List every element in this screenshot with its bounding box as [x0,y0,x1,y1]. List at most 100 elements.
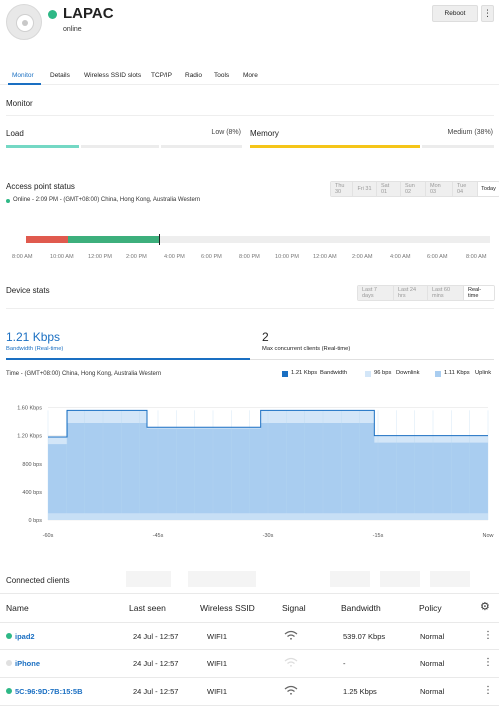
ap-status-title: Access point status [6,182,75,191]
day-option-today[interactable]: Today [478,182,499,196]
client-last-seen: 24 Jul - 12:57 [133,687,179,696]
wifi-signal-icon [284,657,298,667]
client-ssid: WIFI1 [207,632,227,641]
placeholder-block [380,571,420,587]
current-time-marker [159,234,160,245]
load-bar-segment [81,145,159,148]
client-last-seen: 24 Jul - 12:57 [133,659,179,668]
time-tick: 4:00 PM [164,254,185,260]
column-header-name[interactable]: Name [6,603,29,613]
client-name[interactable]: 5C:96:9D:7B:15:5B [15,687,83,696]
offline-segment [26,236,68,243]
reboot-button[interactable]: Reboot [432,5,478,22]
more-options-button[interactable]: ⋮ [481,5,494,22]
range-option[interactable]: Last 7 days [358,286,394,300]
time-tick: 8:00 AM [12,254,33,260]
legend-swatch-uplink [435,371,441,377]
placeholder-block [188,571,256,587]
ap-status-line: Online - 2:09 PM - (GMT+08:00) China, Ho… [13,197,201,203]
column-header-policy[interactable]: Policy [419,603,442,613]
tab-tools[interactable]: Tools [214,72,229,79]
client-name[interactable]: ipad2 [15,632,35,641]
section-divider [6,115,494,116]
tab-details[interactable]: Details [50,72,70,79]
chart-x-tick-label: -45s [153,533,164,539]
range-selector: Last 7 days Last 24 hrs Last 60 mins Rea… [357,285,495,301]
time-tick: 8:00 PM [239,254,260,260]
tab-monitor[interactable]: Monitor [12,72,34,79]
table-row[interactable]: 5C:96:9D:7B:15:5B 24 Jul - 12:57 WIFI1 1… [0,678,499,705]
client-offline-dot [6,660,12,666]
online-status-dot [48,10,57,19]
column-header-signal[interactable]: Signal [282,603,306,613]
client-bandwidth: - [343,659,346,668]
time-tick: 2:00 AM [352,254,373,260]
column-header-last-seen[interactable]: Last seen [129,603,166,613]
column-header-bandwidth[interactable]: Bandwidth [341,603,381,613]
chart-y-tick-label: 1.60 Kbps [17,406,42,412]
stats-divider [250,359,494,360]
tab-tcpip[interactable]: TCP/IP [151,72,172,79]
load-bar-segment [161,145,242,148]
bandwidth-label[interactable]: Bandwidth (Real-time) [6,346,63,352]
day-option[interactable]: Sat 01 [377,182,401,196]
load-bar-fill [6,145,79,148]
range-option[interactable]: Last 24 hrs [394,286,428,300]
time-tick: 8:00 AM [466,254,487,260]
day-option[interactable]: Fri 31 [353,182,377,196]
row-menu-icon[interactable]: ⋮ [483,685,493,696]
memory-label: Memory [250,129,279,138]
legend-downlink-value: 96 bps [374,370,392,376]
legend-uplink-value: 1.11 Kbps [444,370,470,376]
max-clients-label[interactable]: Max concurrent clients (Real-time) [262,346,350,352]
tab-more[interactable]: More [243,72,258,79]
day-option[interactable]: Tue 04 [453,182,478,196]
device-status-text: online [63,26,82,33]
wifi-signal-icon [284,685,298,695]
legend-uplink-name: Uplink [475,370,492,376]
client-online-dot [6,633,12,639]
chart-timezone: Time - (GMT+08:00) China, Hong Kong, Aus… [6,371,162,377]
day-option[interactable]: Sun 02 [401,182,426,196]
day-option[interactable]: Mon 03 [426,182,453,196]
chart-x-tick-label: -60s [43,533,54,539]
column-settings-gear-icon[interactable]: ⚙ [480,600,490,613]
bandwidth-value[interactable]: 1.21 Kbps [6,330,60,344]
time-tick: 2:00 PM [126,254,147,260]
legend-swatch-bandwidth [282,371,288,377]
time-tick: 12:00 PM [88,254,112,260]
online-dot [6,199,10,203]
tab-radio[interactable]: Radio [185,72,202,79]
row-menu-icon[interactable]: ⋮ [483,630,493,641]
status-timeline [26,234,490,245]
client-policy: Normal [420,687,445,696]
load-label: Load [6,129,24,138]
column-header-ssid[interactable]: Wireless SSID [200,603,255,613]
range-option-realtime[interactable]: Real-time [464,286,494,300]
time-tick: 4:00 AM [390,254,411,260]
table-row[interactable]: ipad2 24 Jul - 12:57 WIFI1 539.07 Kbps N… [0,623,499,649]
client-ssid: WIFI1 [207,659,227,668]
tab-wireless-ssid-slots[interactable]: Wireless SSID slots [84,72,141,79]
online-segment [68,236,159,243]
monitor-section-title: Monitor [6,99,33,108]
table-row[interactable]: iPhone 24 Jul - 12:57 WIFI1 - Normal ⋮ [0,650,499,677]
max-clients-value[interactable]: 2 [262,330,269,344]
row-menu-icon[interactable]: ⋮ [483,657,493,668]
client-bandwidth: 1.25 Kbps [343,687,377,696]
legend-swatch-downlink [365,371,371,377]
memory-bar-segment [422,145,494,148]
section-divider [6,308,494,309]
device-avatar [6,4,42,40]
placeholder-block [126,571,171,587]
bandwidth-chart: 0 bps 400 bps 800 bps 1.20 Kbps 1.60 Kbps -60… [17,406,493,539]
table-divider [0,705,499,706]
chart-x-tick-label: -15s [373,533,384,539]
client-bandwidth: 539.07 Kbps [343,632,386,641]
day-option[interactable]: Thu 30 [331,182,353,196]
day-selector: Thu 30 Fri 31 Sat 01 Sun 02 Mon 03 Tue 0… [330,181,499,197]
range-option[interactable]: Last 60 mins [428,286,464,300]
bandwidth-tab-indicator [6,358,250,360]
time-tick: 10:00 AM [50,254,74,260]
client-name[interactable]: iPhone [15,659,40,668]
